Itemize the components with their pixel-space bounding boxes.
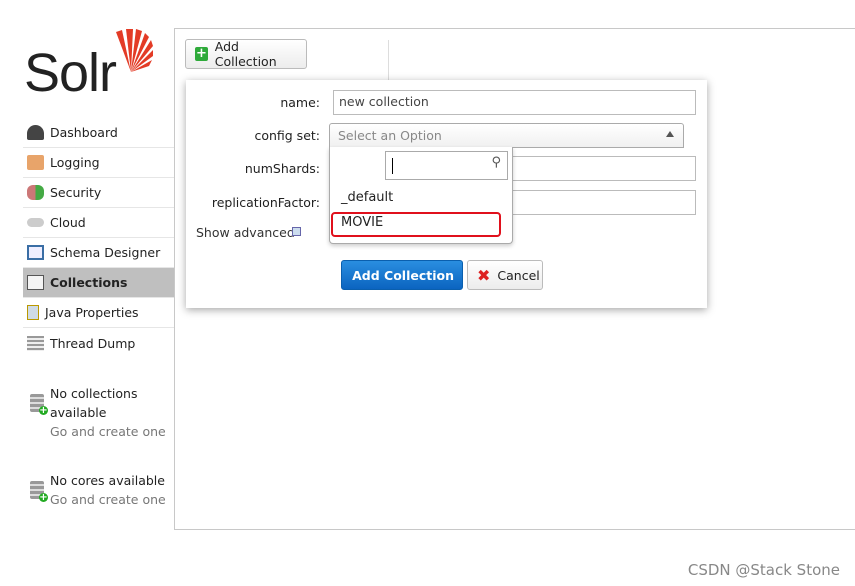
security-users-icon (27, 185, 44, 200)
watermark: CSDN @Stack Stone (687, 561, 840, 579)
config-set-label: config set: (254, 128, 320, 143)
database-add-icon (30, 481, 48, 502)
sidebar-item-label: Dashboard (50, 125, 118, 140)
no-collections-info: No collections available Go and create o… (30, 384, 170, 441)
no-cores-text: No cores available (50, 473, 165, 488)
jar-icon (27, 305, 39, 320)
sidebar-nav: Dashboard Logging Security Cloud Schema … (23, 118, 174, 358)
plus-icon: + (195, 46, 208, 61)
cancel-label: Cancel (497, 267, 540, 283)
logging-tray-icon (27, 155, 44, 170)
sidebar-item-security[interactable]: Security (23, 178, 174, 208)
dropdown-search-input[interactable]: ⚲ (385, 151, 508, 180)
close-icon: ✖ (477, 265, 491, 285)
replication-factor-input[interactable] (505, 190, 696, 215)
create-collection-link[interactable]: Go and create one (30, 422, 170, 441)
sidebar-item-label: Java Properties (45, 305, 139, 320)
sidebar-item-dashboard[interactable]: Dashboard (23, 118, 174, 148)
sidebar-item-label: Schema Designer (50, 245, 161, 260)
sidebar-item-thread-dump[interactable]: Thread Dump (23, 328, 174, 358)
show-advanced-toggle[interactable]: Show advanced (196, 225, 295, 240)
solr-logo: Solr (24, 28, 159, 103)
sidebar-item-label: Collections (50, 275, 128, 290)
sidebar-item-label: Thread Dump (50, 335, 136, 351)
solr-sun-icon (116, 29, 153, 72)
thread-dump-icon (27, 335, 44, 351)
book-icon (27, 245, 44, 260)
cancel-button[interactable]: ✖ Cancel (467, 260, 543, 290)
num-shards-input[interactable] (505, 156, 696, 181)
config-set-placeholder: Select an Option (338, 128, 442, 143)
cloud-icon (27, 218, 44, 227)
sidebar-item-collections[interactable]: Collections (23, 268, 174, 298)
name-label: name: (280, 95, 320, 110)
add-collection-toolbar-button[interactable]: + Add Collection (185, 39, 307, 69)
sidebar-item-label: Cloud (50, 215, 86, 230)
logo-text: Solr (24, 43, 117, 103)
sidebar-item-cloud[interactable]: Cloud (23, 208, 174, 238)
add-collection-submit-button[interactable]: Add Collection (341, 260, 463, 290)
submit-label: Add Collection (352, 268, 454, 283)
option-default[interactable]: _default (341, 190, 393, 205)
dashboard-gauge-icon (27, 125, 44, 140)
database-add-icon (30, 394, 48, 415)
create-core-link[interactable]: Go and create one (30, 490, 170, 509)
no-collections-text: No collections available (50, 386, 138, 420)
search-icon: ⚲ (491, 155, 501, 170)
no-cores-info: No cores available Go and create one (30, 471, 170, 509)
divider (388, 40, 389, 80)
text-cursor (392, 158, 393, 174)
highlight-annotation (331, 212, 501, 237)
chevron-down-icon[interactable] (292, 227, 301, 236)
sidebar-item-java-properties[interactable]: Java Properties (23, 298, 174, 328)
replication-factor-label: replicationFactor: (211, 195, 320, 210)
collections-icon (27, 275, 44, 290)
sidebar-item-label: Logging (50, 155, 100, 170)
sidebar-item-label: Security (50, 185, 102, 200)
chevron-up-icon (666, 131, 674, 137)
add-collection-label: Add Collection (214, 39, 277, 69)
sidebar-item-logging[interactable]: Logging (23, 148, 174, 178)
num-shards-label: numShards: (244, 161, 320, 176)
sidebar-item-schema-designer[interactable]: Schema Designer (23, 238, 174, 268)
name-input[interactable]: new collection (333, 90, 696, 115)
config-set-select[interactable]: Select an Option (329, 123, 684, 148)
